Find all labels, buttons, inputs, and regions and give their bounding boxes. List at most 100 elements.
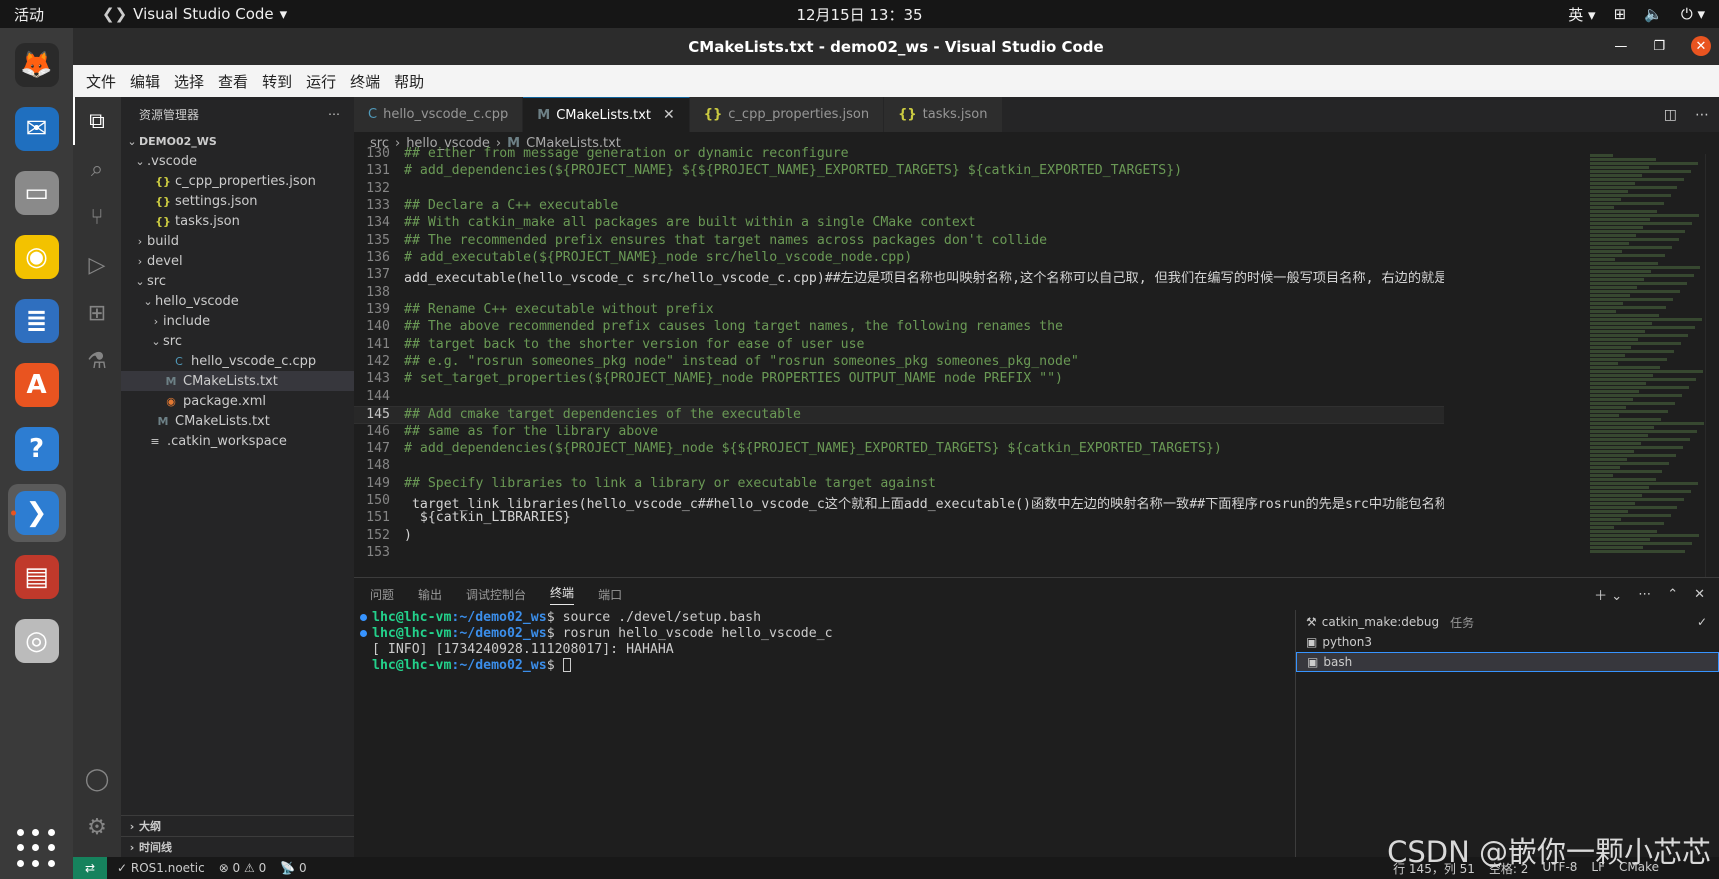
dock-item[interactable]: ▭ [8,164,66,222]
code-line: 135 ## The recommended prefix ensures tha… [354,233,1444,250]
tree-item-label: hello_vscode [155,293,239,309]
system-tray[interactable]: 英 ▾ ⊞ 🔈 ⏻ ▾ [1568,4,1705,25]
dock-item[interactable]: ≣ [8,292,66,350]
dock-item[interactable]: ✉ [8,100,66,158]
run-debug-icon[interactable]: ▷ [73,241,121,289]
minimap-line [1590,510,1628,513]
extensions-icon[interactable]: ⊞ [73,289,121,337]
code-editor[interactable]: 130 ## either from message generation or … [354,146,1444,569]
source-control-icon[interactable]: ⑂ [73,193,121,241]
chevron-down-icon: ⌄ [135,154,145,168]
line-number: 138 [366,284,390,300]
menu-item[interactable]: 转到 [255,71,299,92]
more-actions-icon[interactable]: ⋯ [1695,107,1709,123]
problems-status[interactable]: ⊗ 0 ⚠ 0 [219,861,267,875]
close-icon[interactable]: ✕ [1691,36,1711,56]
minimap-line [1590,370,1703,373]
tree-item[interactable]: ◉ package.xml [121,391,354,411]
panel-tab[interactable]: 输出 [418,586,442,603]
tree-item[interactable]: {} tasks.json [121,211,354,231]
ports-status[interactable]: 📡 0 [280,861,306,875]
tree-item[interactable]: ⌄ src [121,331,354,351]
new-terminal-icon[interactable]: ＋ ⌄ [1594,585,1622,604]
activities-button[interactable]: 活动 [0,4,58,25]
more-actions-icon[interactable]: ⋯ [328,107,340,121]
terminal-instance[interactable]: ▣ python3 [1296,632,1719,652]
dock-item[interactable]: ◉ [8,228,66,286]
editor-tab[interactable]: M CMakeLists.txt ✕ [523,97,690,132]
terminal-instance[interactable]: ⚒ catkin_make:debug 任务 ✓ [1296,612,1719,632]
file-tree: ⌄ .vscode{} c_cpp_properties.json{} setting… [121,151,354,451]
timeline-section[interactable]: › 时间线 [121,836,354,857]
dock-item[interactable]: 🦊 [8,36,66,94]
line-number: 130 [366,146,390,161]
command-decoration-icon[interactable] [360,630,367,638]
tree-item[interactable]: › build [121,231,354,251]
menu-item[interactable]: 文件 [79,71,123,92]
maximize-icon[interactable]: ❐ [1653,39,1665,54]
window-titlebar[interactable]: CMakeLists.txt - demo02_ws - Visual Stud… [73,28,1719,65]
maximize-panel-icon[interactable]: ⌃ [1667,587,1678,602]
editor-actions: ◫ ⋯ [1664,97,1709,132]
editor-tab[interactable]: Chello_vscode_c.cpp [354,97,524,132]
dock-item[interactable]: ❯ [7,484,66,542]
panel-tab[interactable]: 终端 [550,584,575,605]
panel-tab[interactable]: 调试控制台 [466,586,526,603]
menu-item[interactable]: 运行 [299,71,343,92]
split-editor-icon[interactable]: ◫ [1664,107,1677,123]
tree-item[interactable]: › include [121,311,354,331]
terminal-output[interactable]: lhc@lhc-vm:~/demo02_ws $ source ./devel/s… [354,610,1289,858]
search-icon[interactable]: ⌕ [73,145,121,193]
outline-section[interactable]: › 大纲 [121,815,354,836]
minimap-line [1590,430,1697,433]
panel-tab[interactable]: 问题 [370,586,394,603]
tree-item[interactable]: {} settings.json [121,191,354,211]
close-panel-icon[interactable]: ✕ [1694,587,1705,602]
tree-item[interactable]: ⌄ .vscode [121,151,354,171]
menu-item[interactable]: 选择 [167,71,211,92]
input-method-indicator[interactable]: 英 ▾ [1568,4,1595,25]
remote-icon[interactable]: ⇄ [73,857,107,879]
menu-item[interactable]: 帮助 [387,71,431,92]
menu-item[interactable]: 终端 [343,71,387,92]
dock-item[interactable]: ◎ [8,612,66,670]
explorer-icon[interactable]: ⧉ [73,97,121,145]
tree-item[interactable]: M CMakeLists.txt [121,411,354,431]
ros-status[interactable]: ✓ ROS1.noetic [117,861,205,875]
clock[interactable]: 12月15日 13：35 [796,4,922,25]
testing-icon[interactable]: ⚗ [73,337,121,385]
minimap[interactable] [1590,154,1705,577]
workspace-root[interactable]: ⌄ DEMO02_WS [121,131,354,151]
account-icon[interactable]: ◯ [73,755,121,803]
minimap-line [1590,490,1692,493]
tree-item[interactable]: Chello_vscode_c.cpp [121,351,354,371]
close-icon[interactable]: ✕ [663,107,675,123]
editor-tab[interactable]: {} c_cpp_properties.json [689,97,885,132]
app-menu[interactable]: ❮❯ Visual Studio Code ▾ [102,5,287,23]
dock-item[interactable]: ▤ [8,548,66,606]
command-decoration-icon[interactable] [360,614,367,622]
tree-item[interactable]: ⌄ hello_vscode [121,291,354,311]
minimap-line [1590,190,1628,193]
terminal-instance[interactable]: ▣ bash [1296,652,1719,672]
tree-item[interactable]: ≡ .catkin_workspace [121,431,354,451]
volume-icon[interactable]: 🔈 [1644,5,1663,23]
power-icon[interactable]: ⏻ ▾ [1681,5,1705,23]
panel-tab[interactable]: 端口 [598,586,622,603]
gear-icon[interactable]: ⚙ [73,803,121,851]
tree-item[interactable]: › devel [121,251,354,271]
show-apps-icon[interactable] [17,829,57,869]
editor-tab[interactable]: {} tasks.json [884,97,1003,132]
dock-item[interactable]: ? [8,420,66,478]
menu-item[interactable]: 编辑 [123,71,167,92]
tree-item[interactable]: ⌄ src [121,271,354,291]
minimap-line [1590,318,1702,321]
editor-scrollbar[interactable] [1705,154,1719,577]
network-icon[interactable]: ⊞ [1614,5,1627,23]
minimize-icon[interactable]: — [1614,39,1627,54]
menu-item[interactable]: 查看 [211,71,255,92]
dock-item[interactable]: A [8,356,66,414]
tree-item[interactable]: {} c_cpp_properties.json [121,171,354,191]
more-actions-icon[interactable]: ⋯ [1638,587,1651,602]
tree-item[interactable]: M CMakeLists.txt [121,371,354,391]
